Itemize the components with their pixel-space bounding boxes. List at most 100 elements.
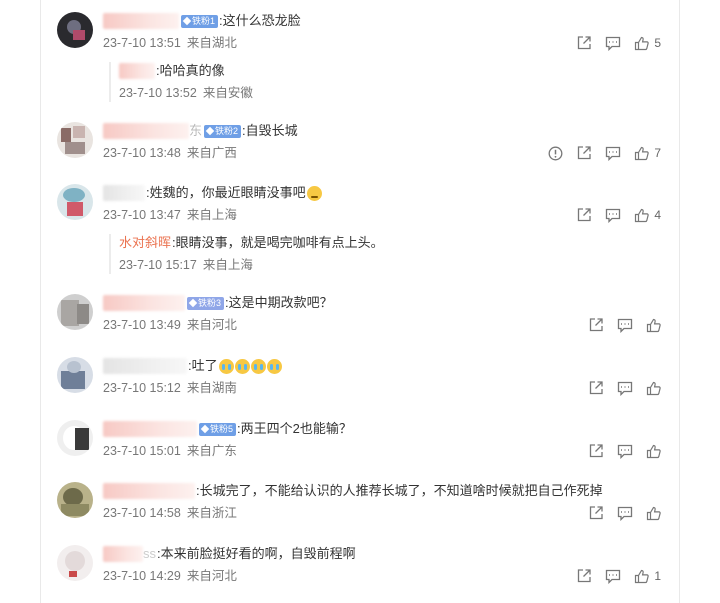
avatar[interactable] <box>57 545 93 581</box>
like-button[interactable] <box>646 506 661 521</box>
comment-location: 来自浙江 <box>186 506 237 520</box>
comment-icon <box>606 208 621 223</box>
comment-item: 铁粉1 :这什么恐龙脸 23-7-10 13:51 来自湖北 5 :哈哈真的像 2… <box>57 12 677 107</box>
crying-emoji-icon <box>234 358 250 374</box>
comment-time: 23-7-10 13:48 <box>103 146 181 160</box>
comment-icon <box>617 506 633 521</box>
comment-button[interactable] <box>605 569 621 584</box>
comment-time: 23-7-10 15:01 <box>103 444 181 458</box>
username-redacted[interactable] <box>103 483 195 499</box>
like-button[interactable]: 7 <box>634 146 661 161</box>
like-button[interactable]: 5 <box>634 36 661 51</box>
share-button[interactable] <box>588 380 604 396</box>
like-count: 1 <box>654 569 661 583</box>
comment-time: 23-7-10 13:51 <box>103 36 181 50</box>
like-button[interactable]: 1 <box>634 569 661 584</box>
like-button[interactable]: 4 <box>634 208 661 223</box>
comment-text: :本来前脸挺好看的啊，自毁前程啊 <box>157 546 356 561</box>
thumbs-up-icon <box>635 208 650 222</box>
frame-left-border <box>40 0 41 603</box>
comment-button[interactable] <box>617 444 633 459</box>
share-button[interactable] <box>576 145 592 161</box>
username-redacted[interactable] <box>103 13 179 29</box>
username-redacted[interactable] <box>103 421 197 437</box>
comment-text: :吐了 <box>188 358 218 373</box>
comment-location: 来自广西 <box>186 146 237 160</box>
reply-time: 23-7-10 13:52 <box>119 86 197 100</box>
comment-time: 23-7-10 13:49 <box>103 318 181 332</box>
avatar[interactable] <box>57 482 93 518</box>
avatar[interactable] <box>57 184 93 220</box>
reply-location: 来自上海 <box>202 258 253 272</box>
comment-button[interactable] <box>605 36 621 51</box>
avatar[interactable] <box>57 294 93 330</box>
comment-button[interactable] <box>617 318 633 333</box>
report-button[interactable] <box>548 146 563 161</box>
reply-text: :哈哈真的像 <box>156 63 225 78</box>
frame-right-border <box>679 0 680 603</box>
avatar[interactable] <box>57 357 93 393</box>
comment-button[interactable] <box>617 381 633 396</box>
crying-emoji-icon <box>266 358 282 374</box>
share-button[interactable] <box>576 568 592 584</box>
thumbs-up-icon <box>635 36 650 50</box>
reply-location: 来自安徽 <box>202 86 253 100</box>
reply-author-link[interactable]: 水对斜晖 <box>119 234 171 252</box>
report-icon <box>548 146 563 160</box>
share-icon <box>589 381 603 395</box>
comment-icon <box>617 318 633 333</box>
username-redacted[interactable] <box>103 123 189 139</box>
share-button[interactable] <box>588 443 604 459</box>
like-button[interactable] <box>646 444 661 459</box>
comment-text: :姓魏的，你最近眼睛没事吧 <box>146 185 306 200</box>
like-button[interactable] <box>646 381 661 396</box>
avatar[interactable] <box>57 12 93 48</box>
crying-emoji-icon <box>250 358 266 374</box>
thumbs-up-icon <box>635 569 650 583</box>
username-redacted[interactable] <box>103 295 185 311</box>
comment-item: :吐了 23-7-10 15:12 来自湖南 <box>57 357 677 402</box>
username-suffix[interactable]: 东 <box>189 122 202 140</box>
username-redacted[interactable] <box>103 358 187 374</box>
share-button[interactable] <box>576 207 592 223</box>
share-icon <box>578 36 591 50</box>
fan-badge: 铁粉2 <box>204 124 242 138</box>
thumbs-up-icon <box>646 506 661 520</box>
comment-icon <box>606 36 621 51</box>
thumbs-up-icon <box>646 381 661 395</box>
share-button[interactable] <box>588 317 604 333</box>
thumbs-up-icon <box>646 318 661 332</box>
username-redacted[interactable] <box>103 546 143 562</box>
username-redacted[interactable] <box>119 63 155 79</box>
comment-button[interactable] <box>605 208 621 223</box>
share-button[interactable] <box>576 35 592 51</box>
share-icon <box>589 506 603 520</box>
username-suffix[interactable]: ss <box>143 545 156 563</box>
username-redacted[interactable] <box>103 185 145 201</box>
share-icon <box>578 208 591 222</box>
avatar[interactable] <box>57 122 93 158</box>
avatar[interactable] <box>57 420 93 456</box>
comment-text: :自毁长城 <box>242 123 298 138</box>
comment-text: :这是中期改款吧？ <box>225 295 333 310</box>
like-button[interactable] <box>646 318 661 333</box>
crying-emoji-icon <box>218 358 234 374</box>
like-count: 7 <box>654 146 661 160</box>
comment-button[interactable] <box>617 506 633 521</box>
share-icon <box>578 146 591 160</box>
reply-text: :眼睛没事，就是喝完咖啡有点上头。 <box>172 235 384 250</box>
comment-location: 来自湖北 <box>186 36 237 50</box>
comment-location: 来自湖南 <box>186 381 237 395</box>
share-button[interactable] <box>588 505 604 521</box>
comment-text: :长城完了，不能给认识的人推荐长城了，不知道啥时候就把自己作死掉 <box>196 483 603 498</box>
like-count: 4 <box>654 208 661 222</box>
comment-item: ss :本来前脸挺好看的啊，自毁前程啊 23-7-10 14:29 来自河北 1 <box>57 545 677 590</box>
comment-text: :两王四个2也能输？ <box>237 421 352 436</box>
thumbs-up-icon <box>635 146 650 160</box>
comment-button[interactable] <box>605 146 621 161</box>
comment-time: 23-7-10 14:58 <box>103 506 181 520</box>
comment-item: :长城完了，不能给认识的人推荐长城了，不知道啥时候就把自己作死掉 23-7-10… <box>57 482 677 527</box>
reply-item: 水对斜晖:眼睛没事，就是喝完咖啡有点上头。 23-7-10 15:17 来自上海 <box>109 234 384 274</box>
comment-item: :姓魏的，你最近眼睛没事吧 23-7-10 13:47 来自上海 4 水对斜晖:眼… <box>57 184 677 279</box>
comment-location: 来自广东 <box>186 444 237 458</box>
